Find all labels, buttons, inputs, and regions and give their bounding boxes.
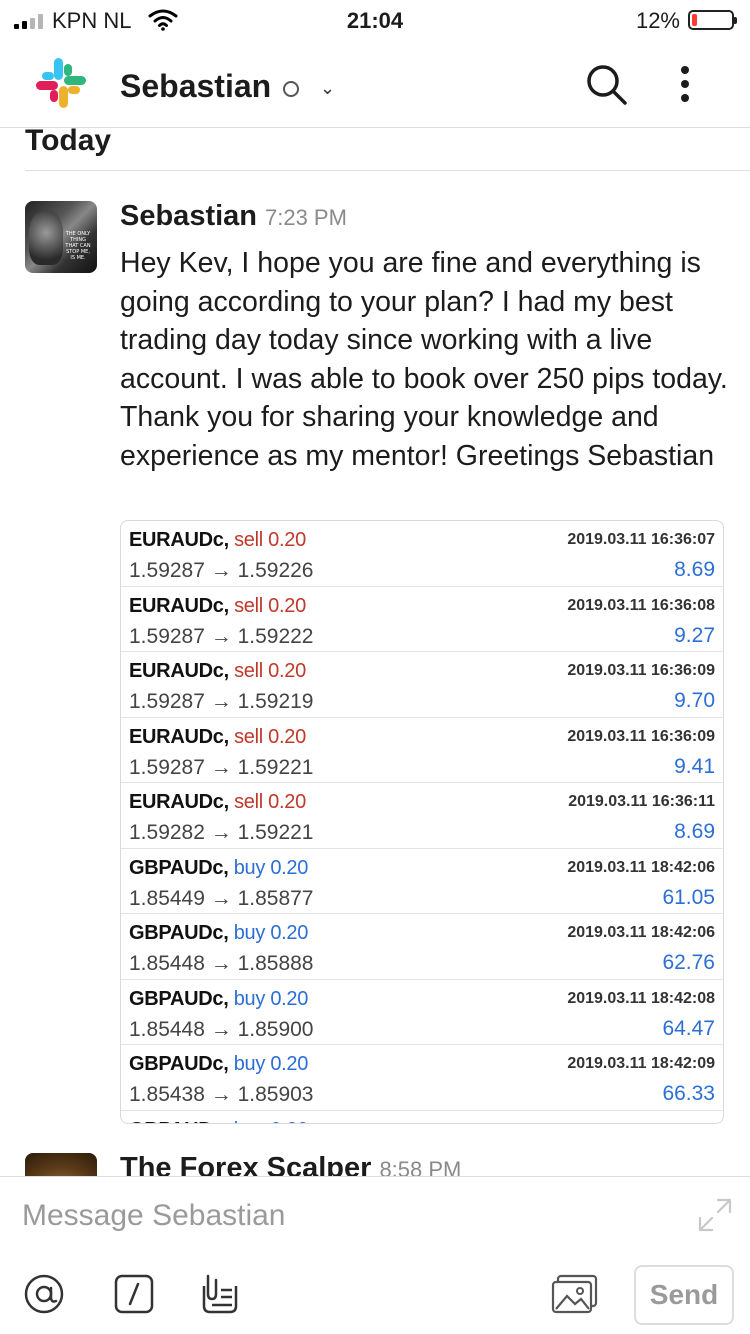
trade-symbol: GBPAUDc, buy 0.20 <box>129 1053 309 1075</box>
trade-symbol: GBPAUDc, buy 0.20 <box>129 922 309 944</box>
photo-library-icon[interactable] <box>550 1272 600 1316</box>
message-text: Hey Kev, I hope you are fine and everyth… <box>120 247 728 472</box>
trade-symbol: GBPAUDc, buy 0.20 <box>129 1119 309 1124</box>
day-divider-line <box>25 170 750 171</box>
trade-profit: 64.47 <box>662 1016 715 1040</box>
trade-symbol: GBPAUDc, buy 0.20 <box>129 987 309 1010</box>
trade-history-image[interactable]: EURAUDc, sell 0.20 2019.03.11 16:36:07 1.5… <box>120 520 724 1124</box>
battery-icon <box>688 10 737 30</box>
trade-date: 2019.03.11 16:36:08 <box>567 596 715 614</box>
trade-side: sell 0.20 <box>234 725 306 748</box>
at-mention-icon[interactable] <box>22 1272 66 1316</box>
trade-date: 2019.03.11 16:36:07 <box>567 531 715 548</box>
message-author[interactable]: Sebastian <box>120 200 257 232</box>
avatar[interactable]: THE ONLY THING THAT CAN STOP ME, IS ME. <box>25 201 97 273</box>
trade-profit: 9.70 <box>674 689 715 712</box>
trade-profit: 8.69 <box>674 820 715 843</box>
message-timestamp: 7:23 PM <box>265 205 347 230</box>
trade-prices: 1.59282 → 1.59221 <box>129 821 314 844</box>
trade-date: 2019.03.11 18:42:09 <box>567 1055 715 1072</box>
trade-row: EURAUDc, sell 0.20 2019.03.11 16:36:07 1.5… <box>121 521 723 587</box>
trade-prices: 1.59287 → 1.59219 <box>129 690 314 713</box>
trade-side: buy 0.20 <box>233 856 309 879</box>
trade-side: sell 0.20 <box>234 594 306 617</box>
trade-prices: 1.85448 → 1.85900 <box>129 1017 314 1041</box>
message-input[interactable] <box>22 1192 662 1240</box>
trade-row: GBPAUDc, buy 0.20 2019.03.11 18:42:06 1.85… <box>121 914 723 980</box>
attachment-icon[interactable] <box>196 1272 240 1316</box>
trade-row: EURAUDc, sell 0.20 2019.03.11 16:36:09 1.5… <box>121 652 723 718</box>
trade-date: 2019.03.11 18:42:08 <box>567 989 715 1007</box>
trade-date: 2019.03.11 16:36:09 <box>567 662 715 679</box>
expand-icon[interactable] <box>696 1196 734 1234</box>
search-icon[interactable] <box>584 62 630 108</box>
trade-prices: 1.59287 → 1.59221 <box>129 755 314 779</box>
trade-side: buy 0.20 <box>234 1119 309 1124</box>
trade-prices: 1.85438 → 1.85903 <box>129 1083 314 1106</box>
trade-prices: 1.59287 → 1.59222 <box>129 624 314 648</box>
trade-prices: 1.85449 → 1.85877 <box>129 886 314 910</box>
trade-date: 2019.03.11 18:42:06 <box>567 858 715 876</box>
trade-row: EURAUDc, sell 0.20 2019.03.11 16:36:08 1.5… <box>121 587 723 652</box>
trade-row: GBPAUDc, buy 0.20 2019.03.11 18:42:09 1.85… <box>121 1045 723 1111</box>
trade-profit: 8.69 <box>674 558 715 581</box>
trade-date: 2019.03.11 18:42:06 <box>567 924 715 941</box>
trade-side: buy 0.20 <box>233 1053 309 1075</box>
avatar-quote: THE ONLY THING THAT CAN STOP ME, IS ME. <box>65 231 91 261</box>
channel-title[interactable]: Sebastian <box>120 68 271 105</box>
trade-prices: 1.59287 → 1.59226 <box>129 559 314 582</box>
trade-symbol: EURAUDc, sell 0.20 <box>129 594 306 617</box>
send-button[interactable]: Send <box>634 1265 734 1325</box>
trade-side: sell 0.20 <box>234 529 306 551</box>
trade-date: 2019.03.11 16:36:11 <box>568 793 715 810</box>
trade-side: sell 0.20 <box>234 791 306 813</box>
trade-side: buy 0.20 <box>233 922 309 944</box>
trade-side: sell 0.20 <box>234 660 306 682</box>
trade-row: EURAUDc, sell 0.20 2019.03.11 16:36:09 1.5… <box>121 718 723 783</box>
more-vertical-icon[interactable] <box>670 62 700 108</box>
channel-header: Sebastian ⌄ <box>0 42 750 128</box>
message-header: Sebastian 7:23 PM <box>120 200 347 233</box>
trade-profit: 61.05 <box>662 885 715 909</box>
trade-profit: 9.27 <box>674 623 715 647</box>
slash-command-icon[interactable] <box>112 1272 156 1316</box>
trade-row: GBPAUDc, buy 0.20 2019.03.11 18:42:06 1.85… <box>121 849 723 914</box>
presence-away-icon <box>283 81 299 97</box>
trade-date: 2019.03.11 16:36:09 <box>567 727 715 745</box>
trade-row: GBPAUDc, buy 0.20 2019.03.11 18:42:1 <box>121 1111 723 1124</box>
trade-row: GBPAUDc, buy 0.20 2019.03.11 18:42:08 1.85… <box>121 980 723 1045</box>
chevron-down-icon[interactable]: ⌄ <box>320 78 335 99</box>
trade-profit: 62.76 <box>662 951 715 974</box>
trade-profit: 9.41 <box>674 754 715 778</box>
trade-symbol: GBPAUDc, buy 0.20 <box>129 856 309 879</box>
trade-prices: 1.85448 → 1.85888 <box>129 952 314 975</box>
trade-symbol: EURAUDc, sell 0.20 <box>129 791 306 813</box>
trade-row: EURAUDc, sell 0.20 2019.03.11 16:36:11 1.5… <box>121 783 723 849</box>
status-bar: KPN NL 21:04 12% <box>0 0 750 42</box>
trade-symbol: EURAUDc, sell 0.20 <box>129 725 306 748</box>
lion-image <box>29 211 63 265</box>
trade-symbol: EURAUDc, sell 0.20 <box>129 660 306 682</box>
trade-date: 2019.03.11 18:42:1 <box>576 1121 715 1124</box>
trade-profit: 66.33 <box>662 1082 715 1105</box>
trade-symbol: EURAUDc, sell 0.20 <box>129 529 306 551</box>
slack-logo[interactable] <box>34 56 88 110</box>
trade-side: buy 0.20 <box>233 987 309 1010</box>
battery-percent: 12% <box>635 8 680 33</box>
day-divider-label: Today <box>25 124 112 157</box>
battery-level-fill <box>692 14 697 26</box>
